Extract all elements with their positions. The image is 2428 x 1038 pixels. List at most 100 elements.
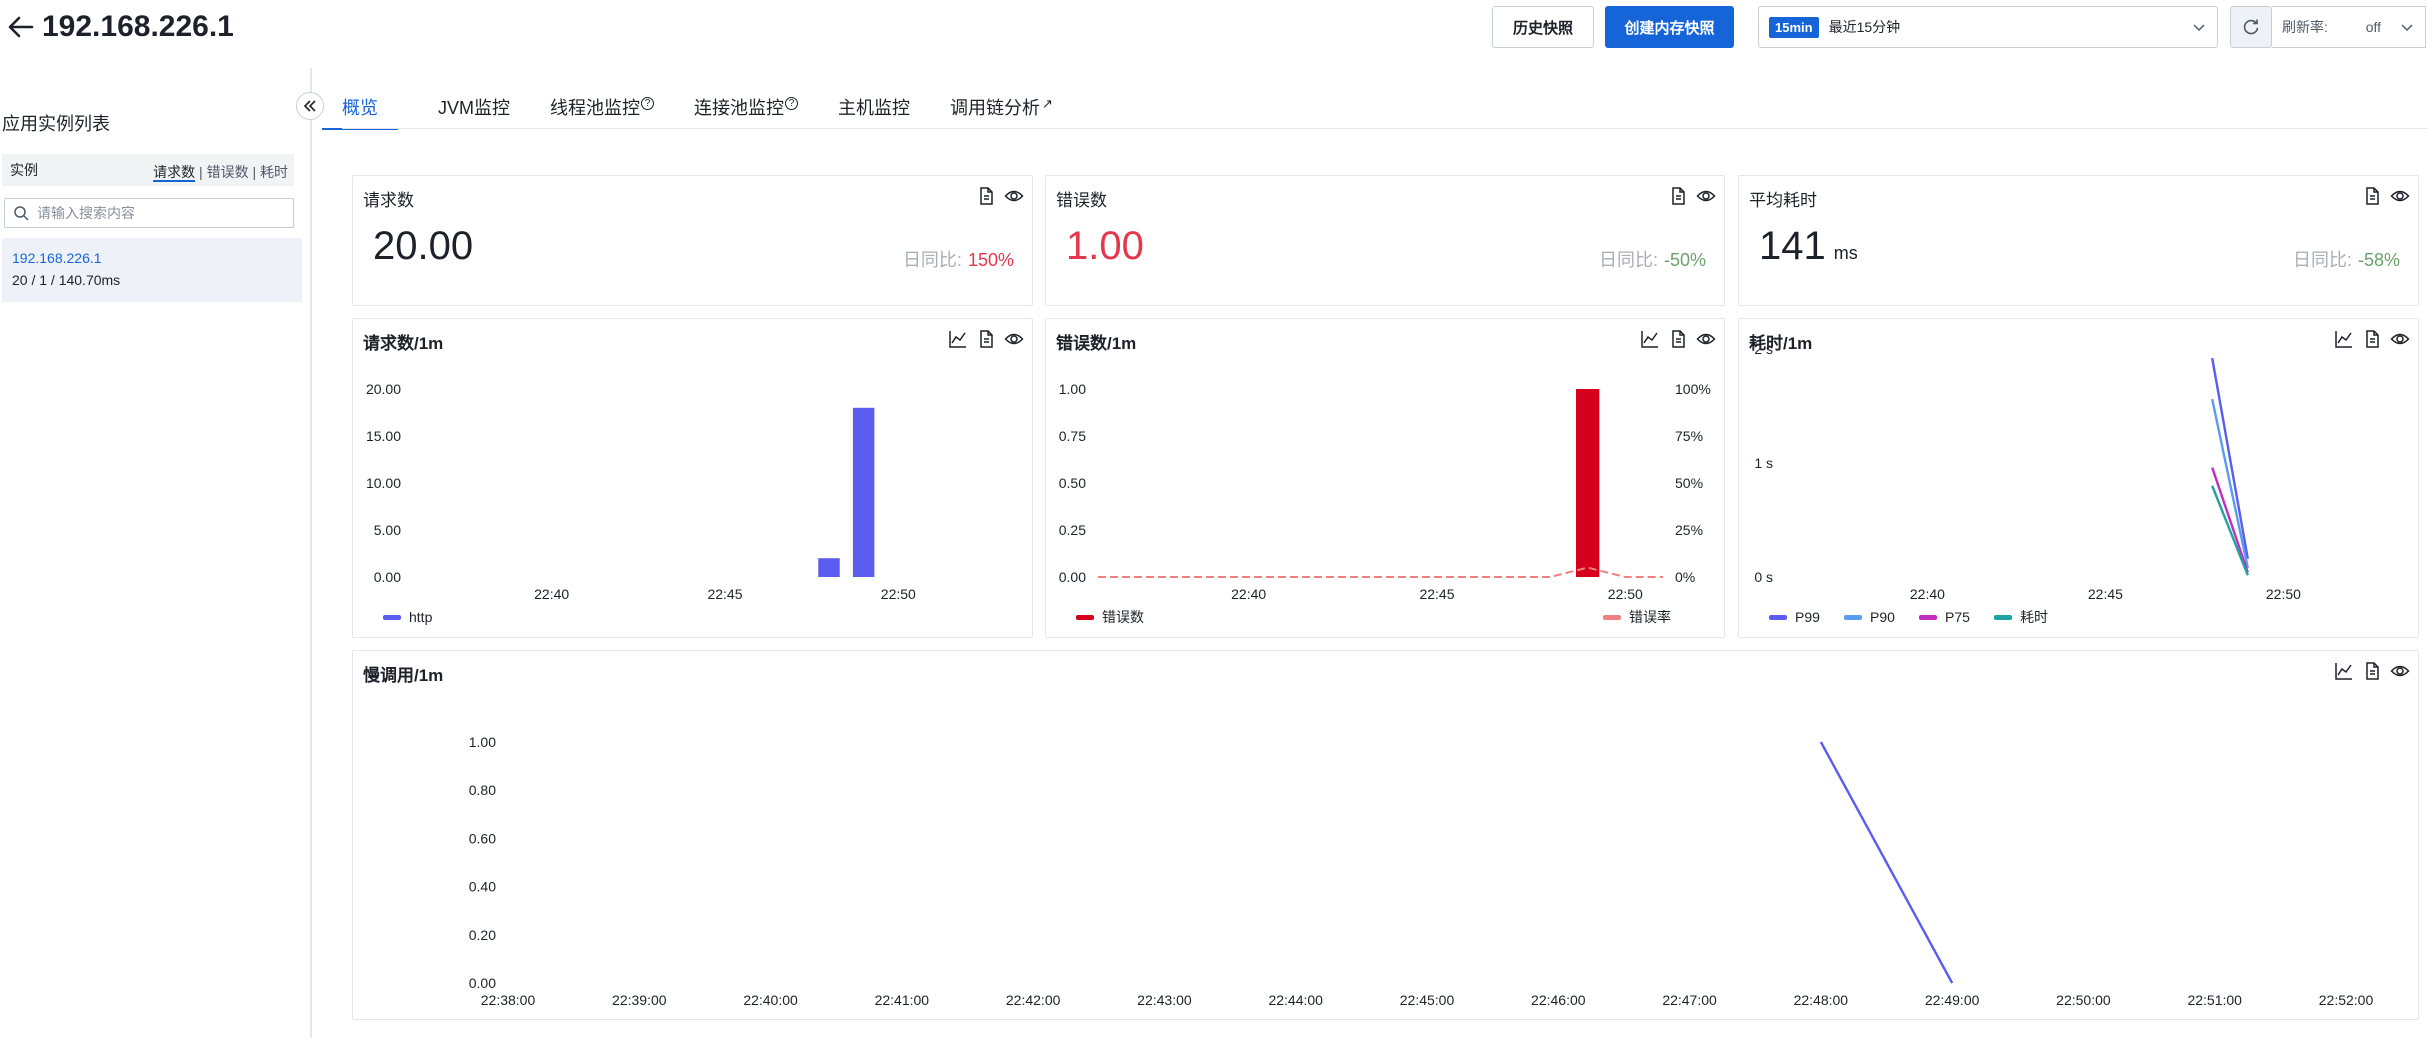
document-icon[interactable] — [976, 186, 996, 206]
compare-value: -58% — [2357, 250, 2400, 270]
tab-label: 概览 — [342, 98, 378, 118]
tab-2[interactable]: 线程池监控? — [550, 90, 654, 130]
tab-label: 调用链分析 — [950, 98, 1040, 118]
stat-value-latency: 141 ms — [1759, 222, 1858, 277]
instance-column-label: 实例 — [10, 162, 38, 178]
page-title: 192.168.226.1 — [42, 10, 234, 43]
tab-0[interactable]: 概览 — [322, 90, 398, 130]
refresh-rate-value: off — [2365, 19, 2381, 35]
legend-label: 错误率 — [1629, 609, 1671, 625]
compare-label: 日同比: — [1598, 250, 1658, 270]
errors-chart: 0.00 0.25 0.50 0.75 1.00 0% 25% 50% 75% 100% 22:40… — [1059, 381, 1711, 625]
tab-label: 主机监控 — [838, 98, 910, 118]
legend-swatch — [383, 615, 401, 620]
stat-value-errors: 1.00 — [1066, 222, 1152, 277]
stat-compare: 日同比: -58% — [2293, 246, 2400, 272]
back-arrow-icon[interactable] — [4, 10, 38, 44]
refresh-icon — [2243, 19, 2259, 35]
y2-tick-label: 100% — [1675, 381, 1711, 397]
legend-swatch — [1994, 615, 2012, 620]
x-tick-label: 22:42:00 — [1006, 992, 1061, 1008]
x-tick-label: 22:45:00 — [1400, 992, 1455, 1008]
instance-ip[interactable]: 192.168.226.1 — [12, 250, 302, 266]
x-tick-label: 22:45 — [2088, 586, 2123, 602]
legend-swatch — [1844, 615, 1862, 620]
document-icon[interactable] — [2362, 186, 2382, 206]
stat-compare: 日同比: -50% — [1599, 246, 1706, 272]
tab-3[interactable]: 连接池监控? — [694, 90, 798, 130]
history-snapshot-button[interactable]: 历史快照 — [1492, 6, 1594, 48]
instance-search-box[interactable] — [4, 198, 294, 228]
compare-label: 日同比: — [902, 250, 962, 270]
stat-card-title: 请求数 — [363, 191, 414, 210]
stat-card-title: 平均耗时 — [1749, 191, 1817, 210]
stat-card-requests: 请求数 20.00 日同比: 150% — [352, 175, 1033, 306]
eye-icon[interactable] — [1696, 186, 1716, 206]
stat-value-requests: 20.00 — [373, 222, 481, 277]
tab-4[interactable]: 主机监控 — [838, 90, 910, 130]
chart-card-slow-calls: 慢调用/1m 0.00 0.20 0.40 0.60 0.80 1.00 22:38:00 2… — [352, 650, 2419, 1020]
stat-compare: 日同比: 150% — [903, 246, 1014, 272]
x-tick-label: 22:47:00 — [1662, 992, 1717, 1008]
requests-chart: 0.00 5.00 10.00 15.00 20.00 22:40 22:45 22:50 ht… — [366, 381, 916, 625]
x-tick-label: 22:43:00 — [1137, 992, 1192, 1008]
help-icon: ? — [785, 97, 798, 110]
create-memory-snapshot-button[interactable]: 创建内存快照 — [1605, 6, 1734, 48]
x-tick-label: 22:52:00 — [2319, 992, 2374, 1008]
chevron-down-icon — [2401, 24, 2413, 32]
refresh-button[interactable] — [2230, 6, 2272, 48]
double-chevron-left-icon — [303, 100, 316, 112]
legend-swatch — [1603, 615, 1621, 620]
y-tick-label: 10.00 — [366, 475, 401, 491]
eye-icon[interactable] — [1004, 186, 1024, 206]
x-tick-label: 22:50:00 — [2056, 992, 2111, 1008]
x-tick-label: 22:49:00 — [1925, 992, 1980, 1008]
x-tick-label: 22:40 — [534, 586, 569, 602]
time-range-select[interactable]: 15min 最近15分钟 — [1758, 6, 2218, 48]
collapse-sidebar-button[interactable] — [296, 92, 324, 120]
instance-search-input[interactable] — [37, 205, 277, 221]
stat-number: 1.00 — [1066, 224, 1144, 268]
x-tick-label: 22:50 — [2266, 586, 2301, 602]
y-tick-label: 0.20 — [469, 927, 496, 943]
tab-label: JVM监控 — [438, 98, 510, 118]
tab-label: 连接池监控 — [694, 98, 784, 118]
x-tick-label: 22:51:00 — [2187, 992, 2242, 1008]
sort-by-latency[interactable]: 耗时 — [260, 164, 288, 180]
bar — [852, 407, 875, 577]
refresh-rate-select[interactable]: 刷新率: off — [2272, 6, 2426, 48]
tabs-divider — [342, 128, 2428, 129]
help-icon: ? — [641, 97, 654, 110]
stat-card-title: 错误数 — [1056, 191, 1107, 210]
legend-swatch — [1769, 615, 1787, 620]
y-tick-label: 0.25 — [1059, 522, 1086, 538]
x-tick-label: 22:45 — [707, 586, 742, 602]
tab-5[interactable]: 调用链分析 ↗ — [950, 90, 1054, 130]
x-tick-label: 22:46:00 — [1531, 992, 1586, 1008]
eye-icon[interactable] — [2390, 186, 2410, 206]
y-tick-label: 0.00 — [469, 975, 496, 991]
x-tick-label: 22:44:00 — [1268, 992, 1323, 1008]
y-tick-label: 1.00 — [469, 734, 496, 750]
sort-by-errors[interactable]: 错误数 — [207, 164, 249, 180]
document-icon[interactable] — [1668, 186, 1688, 206]
x-tick-label: 22:50 — [1608, 586, 1643, 602]
y-tick-label: 0.75 — [1059, 428, 1086, 444]
card-actions — [976, 186, 1024, 206]
latency-chart: 0 s 1 s 2 s 22:40 22:45 22:50 P99 P90 P75 耗时 — [1754, 341, 2301, 625]
time-range-badge: 15min — [1769, 16, 1819, 38]
bar — [1575, 389, 1600, 577]
legend-label: 耗时 — [2020, 609, 2048, 625]
tab-1[interactable]: JVM监控 — [438, 90, 510, 130]
instance-list-item[interactable]: 192.168.226.1 20 / 1 / 140.70ms — [2, 238, 302, 302]
stat-card-latency: 平均耗时 141 ms 日同比: -58% — [1738, 175, 2419, 306]
monitor-tabs: 概览 JVM监控 线程池监控? 连接池监控? 主机监控 调用链分析 ↗ — [322, 90, 1094, 130]
external-link-icon: ↗ — [1042, 95, 1053, 111]
sort-options: 请求数 | 错误数 | 耗时 — [153, 164, 288, 182]
sort-by-requests[interactable]: 请求数 — [153, 164, 196, 182]
legend-label: P75 — [1945, 609, 1970, 625]
legend-label: http — [409, 609, 433, 625]
y2-tick-label: 25% — [1675, 522, 1703, 538]
sidebar-divider — [310, 68, 312, 1038]
y-tick-label: 0.00 — [1059, 569, 1086, 585]
